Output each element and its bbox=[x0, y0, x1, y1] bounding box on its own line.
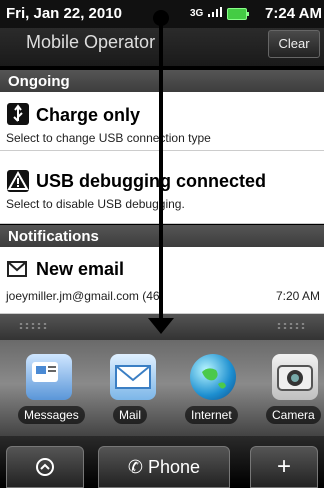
grip-dots-left bbox=[18, 322, 48, 330]
warning-icon bbox=[7, 170, 29, 192]
notification-time: 7:20 AM bbox=[275, 289, 320, 303]
section-title: Ongoing bbox=[8, 73, 70, 90]
dock: ✆ Phone + bbox=[0, 436, 324, 488]
notification-title: USB debugging connected bbox=[36, 171, 267, 191]
clear-button[interactable]: Clear bbox=[268, 30, 320, 58]
status-time: 7:24 AM bbox=[265, 5, 322, 22]
notification-new-email[interactable]: New email joeymiller.jm@gmail.com (46) 7… bbox=[0, 247, 324, 314]
app-label-messages[interactable]: Messages bbox=[18, 406, 85, 424]
phone-button[interactable]: ✆ Phone bbox=[98, 446, 230, 488]
notification-drawer-handle[interactable] bbox=[0, 314, 324, 340]
status-icons: 3G bbox=[190, 7, 250, 20]
notification-usb-debugging[interactable]: USB debugging connected Select to disabl… bbox=[0, 151, 324, 224]
notification-subtitle: joeymiller.jm@gmail.com (46) bbox=[6, 289, 164, 303]
section-header-notifications: Notifications bbox=[0, 225, 324, 247]
email-icon bbox=[7, 261, 27, 277]
notification-subtitle: Select to change USB connection type bbox=[6, 131, 211, 145]
messages-icon[interactable] bbox=[26, 354, 72, 400]
battery-icon bbox=[227, 7, 250, 20]
add-button[interactable]: + bbox=[250, 446, 318, 488]
app-label-camera[interactable]: Camera bbox=[266, 406, 321, 424]
signal-icon bbox=[208, 7, 223, 20]
operator-bar: Mobile Operator Clear bbox=[0, 28, 324, 66]
mail-icon[interactable] bbox=[110, 354, 156, 400]
section-header-ongoing: Ongoing bbox=[0, 70, 324, 92]
network-type: 3G bbox=[190, 8, 204, 19]
camera-icon[interactable] bbox=[272, 354, 318, 400]
notification-subtitle: Select to disable USB debugging. bbox=[6, 197, 185, 211]
status-bar: Fri, Jan 22, 2010 3G 7:24 AM bbox=[0, 0, 324, 28]
section-title: Notifications bbox=[8, 228, 99, 245]
usb-icon bbox=[7, 103, 29, 125]
chevron-up-circle-icon bbox=[35, 457, 55, 476]
operator-name: Mobile Operator bbox=[26, 32, 156, 52]
app-label-internet[interactable]: Internet bbox=[185, 406, 238, 424]
grip-dots-right bbox=[276, 322, 306, 330]
phone-label: Phone bbox=[148, 457, 201, 477]
notification-charge-only[interactable]: Charge only Select to change USB connect… bbox=[0, 92, 324, 151]
all-apps-button[interactable] bbox=[6, 446, 84, 488]
phone-icon: ✆ bbox=[127, 457, 143, 477]
status-date: Fri, Jan 22, 2010 bbox=[6, 5, 122, 22]
globe-icon[interactable] bbox=[190, 354, 236, 400]
notification-title: Charge only bbox=[36, 105, 141, 125]
notification-title: New email bbox=[36, 259, 125, 279]
app-label-mail[interactable]: Mail bbox=[113, 406, 148, 424]
